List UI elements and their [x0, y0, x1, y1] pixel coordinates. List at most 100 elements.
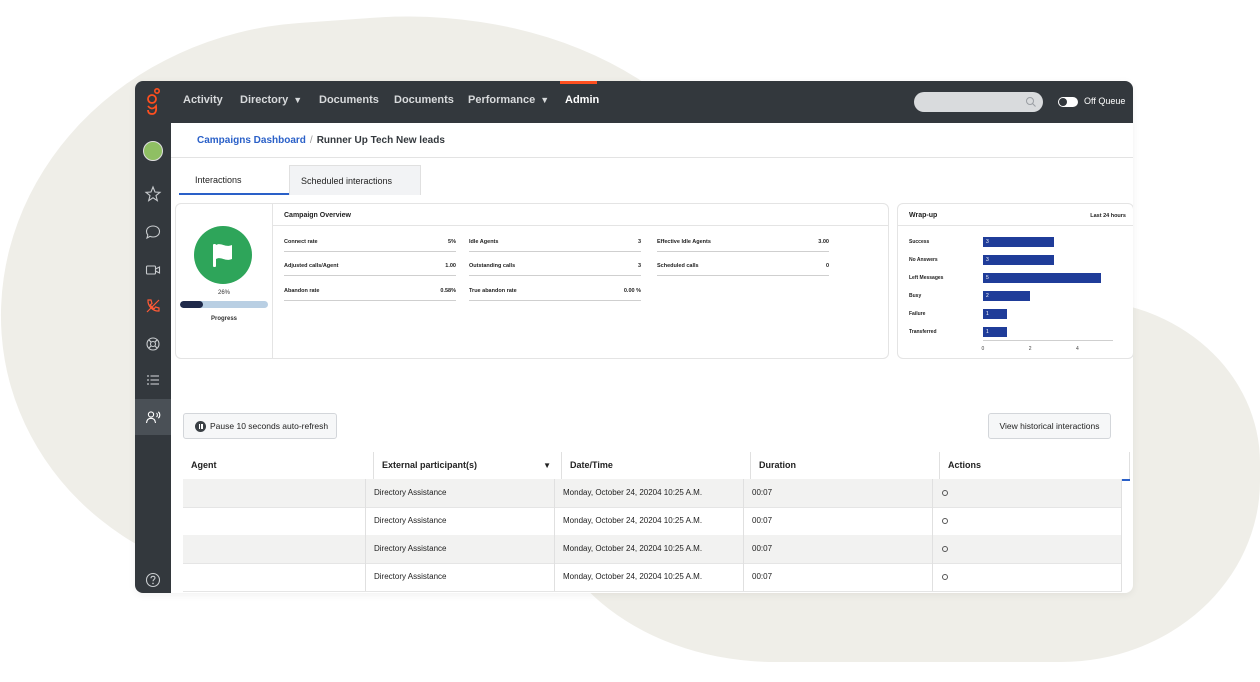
nav-admin[interactable]: Admin [565, 94, 599, 106]
cell-actions [932, 535, 1122, 563]
wrapup-tick-label: 4 [1076, 346, 1079, 352]
wrapup-bar[interactable]: 1 [983, 327, 1007, 337]
metric-scheduled-calls: Scheduled calls 0 [657, 261, 829, 276]
pause-auto-refresh-button[interactable]: Pause 10 seconds auto-refresh [183, 413, 337, 439]
wrapup-bar[interactable]: 3 [983, 255, 1054, 265]
list-icon[interactable] [144, 371, 162, 389]
nav-performance[interactable]: Performance ▼ [468, 94, 549, 106]
search-icon [1026, 97, 1036, 107]
wrapup-category-label: Success [909, 239, 930, 245]
table-row[interactable]: Directory Assistance Monday, October 24, … [183, 535, 1122, 564]
cell-datetime: Monday, October 24, 20204 10:25 A.M. [554, 507, 743, 535]
people-icon[interactable] [144, 408, 162, 426]
wrapup-category-label: Busy [909, 293, 922, 299]
metric-label: Idle Agents [469, 239, 499, 245]
metric-outstanding-calls: Outstanding calls 3 [469, 261, 641, 276]
cell-agent [183, 479, 365, 507]
divider [898, 225, 1133, 226]
metric-value: 5% [448, 239, 456, 245]
nav-activity[interactable]: Activity [183, 94, 223, 106]
wrapup-title: Wrap-up [909, 212, 938, 219]
support-icon[interactable] [144, 335, 162, 353]
cell-participant: Directory Assistance [365, 535, 554, 563]
view-historical-interactions-button[interactable]: View historical interactions [988, 413, 1111, 439]
table-row[interactable]: Directory Assistance Monday, October 24, … [183, 507, 1122, 536]
wrapup-bar[interactable]: 2 [983, 291, 1030, 301]
phone-icon[interactable] [144, 297, 162, 315]
help-icon[interactable] [144, 571, 162, 589]
video-icon[interactable] [144, 261, 162, 279]
search-input[interactable] [914, 92, 1043, 112]
tab-scheduled-interactions[interactable]: Scheduled interactions [289, 165, 421, 195]
nav-performance-label: Performance [468, 94, 536, 106]
metric-adjusted-calls: Adjusted calls/Agent 1.00 [284, 261, 456, 276]
wrapup-category-label: No Answers [909, 257, 938, 263]
cell-duration: 00:07 [743, 563, 932, 591]
wrapup-time-range: Last 24 hours [1090, 213, 1126, 219]
metric-idle-agents: Idle Agents 3 [469, 237, 641, 252]
star-icon[interactable] [144, 185, 162, 203]
record-icon[interactable] [942, 490, 948, 496]
sidebar [135, 123, 171, 593]
genesys-logo-icon[interactable] [135, 81, 171, 123]
record-icon[interactable] [942, 574, 948, 580]
nav-documents[interactable]: Documents [319, 94, 379, 106]
wrapup-bar-value: 1 [986, 311, 989, 317]
metric-true-abandon-rate: True abandon rate 0.00 % [469, 286, 641, 301]
progress-percent: 26% [217, 290, 230, 296]
queue-status-label: Off Queue [1084, 96, 1126, 106]
sort-down-icon[interactable]: ▼ [543, 452, 551, 479]
cell-datetime: Monday, October 24, 20204 10:25 A.M. [554, 479, 743, 507]
cell-actions [932, 563, 1122, 591]
record-icon[interactable] [942, 546, 948, 552]
cell-agent [183, 507, 365, 535]
column-duration[interactable]: Duration [751, 452, 940, 479]
metric-label: Scheduled calls [657, 263, 699, 269]
chat-icon[interactable] [144, 223, 162, 241]
wrapup-bar[interactable]: 3 [983, 237, 1054, 247]
metric-label: Abandon rate [284, 288, 320, 294]
record-icon[interactable] [942, 518, 948, 524]
cell-actions [932, 479, 1122, 507]
metric-label: True abandon rate [469, 288, 517, 294]
nav-directory[interactable]: Directory ▼ [240, 94, 302, 106]
metric-value: 0 [825, 263, 829, 269]
nav-directory-label: Directory [240, 94, 289, 106]
nav-active-indicator [560, 81, 597, 84]
pause-icon [195, 421, 206, 432]
wrapup-bar[interactable]: 1 [983, 309, 1007, 319]
overview-title: Campaign Overview [284, 212, 351, 219]
metric-value: 3 [637, 239, 641, 245]
avatar[interactable] [143, 141, 163, 161]
breadcrumb-current: Runner Up Tech New leads [316, 135, 445, 146]
table-row[interactable]: Directory Assistance Monday, October 24, … [183, 563, 1122, 592]
breadcrumb-campaigns-link[interactable]: Campaigns Dashboard [197, 135, 306, 146]
metric-label: Connect rate [284, 239, 318, 245]
tab-interactions[interactable]: Interactions [179, 165, 291, 195]
metric-value: 3 [637, 263, 641, 269]
wrapup-bar[interactable]: 5 [983, 273, 1101, 283]
wrapup-category-label: Failure [909, 311, 926, 317]
wrapup-bar-value: 2 [986, 293, 989, 299]
column-external-participants[interactable]: External participant(s) ▼ [373, 452, 562, 479]
metric-value: 3.00 [818, 239, 829, 245]
metric-connect-rate: Connect rate 5% [284, 237, 456, 252]
flag-icon [213, 244, 232, 267]
wrapup-bar-value: 3 [986, 257, 989, 263]
campaign-status-badge [194, 226, 252, 284]
progress-bar [180, 301, 268, 308]
cell-datetime: Monday, October 24, 20204 10:25 A.M. [554, 563, 743, 591]
table-row[interactable]: Directory Assistance Monday, October 24, … [183, 479, 1122, 508]
divider [171, 157, 1133, 158]
metric-abandon-rate: Abandon rate 0.58% [284, 286, 456, 301]
nav-documents-2[interactable]: Documents [394, 94, 454, 106]
metric-value: 0.00 % [623, 288, 641, 294]
chevron-down-icon: ▼ [540, 95, 550, 105]
column-datetime[interactable]: Date/Time [562, 452, 751, 479]
app-window: Activity Directory ▼ Documents Documents … [135, 81, 1133, 593]
queue-toggle[interactable] [1058, 97, 1078, 107]
wrapup-bar-value: 5 [986, 275, 989, 281]
cell-participant: Directory Assistance [365, 507, 554, 535]
column-agent[interactable]: Agent [183, 452, 373, 479]
metric-label: Adjusted calls/Agent [284, 263, 339, 269]
